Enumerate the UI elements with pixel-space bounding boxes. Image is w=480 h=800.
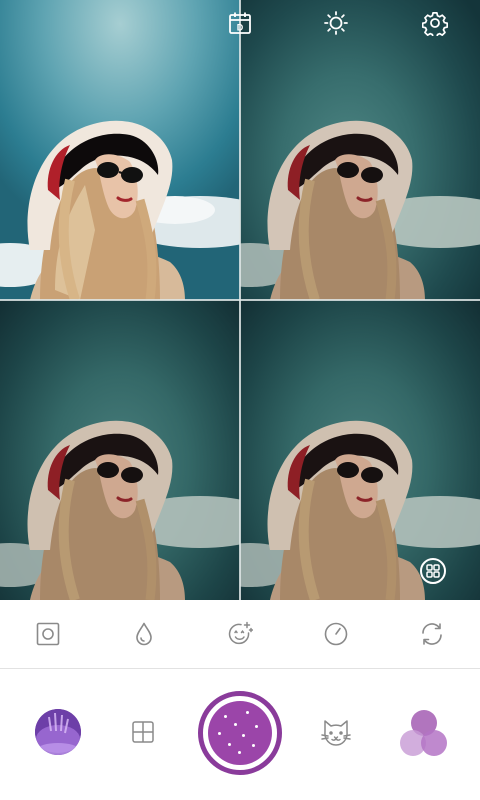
shutter-dot [228, 743, 231, 746]
tool-row [0, 600, 480, 669]
timer-icon[interactable] [316, 614, 356, 654]
drop-icon[interactable] [124, 614, 164, 654]
portrait-photo [240, 420, 480, 600]
filter-circles-icon[interactable] [398, 709, 450, 757]
portrait-photo [0, 120, 240, 300]
face-beauty-icon[interactable] [220, 614, 260, 654]
shutter-dot [242, 734, 245, 737]
shutter-dot [255, 725, 258, 728]
brightness-icon[interactable] [321, 8, 351, 38]
grid-four-icon [426, 564, 440, 578]
frame-icon[interactable] [28, 614, 68, 654]
filter-preview-vintage-2[interactable] [0, 300, 240, 600]
switch-camera-icon[interactable] [412, 614, 452, 654]
calendar-icon[interactable]: D [225, 8, 255, 38]
gallery-thumbnail[interactable] [35, 709, 81, 755]
filter-preview-original[interactable] [0, 0, 240, 300]
shutter-dot [238, 751, 241, 754]
shutter-dot [252, 744, 255, 747]
shutter-dot [246, 711, 249, 714]
shutter-dot [234, 723, 237, 726]
lavender-photo [35, 709, 81, 755]
filter-preview-vintage-1[interactable] [240, 0, 480, 300]
shutter-dot [218, 732, 221, 735]
filter-preview-vintage-3[interactable] [240, 300, 480, 600]
grid-divider-horizontal [0, 299, 480, 301]
shutter-dot [224, 715, 227, 718]
grid-layout-icon[interactable] [131, 720, 155, 744]
capture-bar [0, 669, 480, 800]
sticker-cat-icon[interactable] [320, 718, 352, 748]
calendar-letter: D [237, 23, 244, 33]
portrait-photo [240, 120, 480, 300]
shutter-button[interactable] [198, 691, 282, 775]
portrait-photo [0, 420, 240, 600]
shutter-inner [208, 701, 272, 765]
layout-toggle-button[interactable] [420, 558, 446, 584]
settings-icon[interactable] [420, 8, 450, 38]
